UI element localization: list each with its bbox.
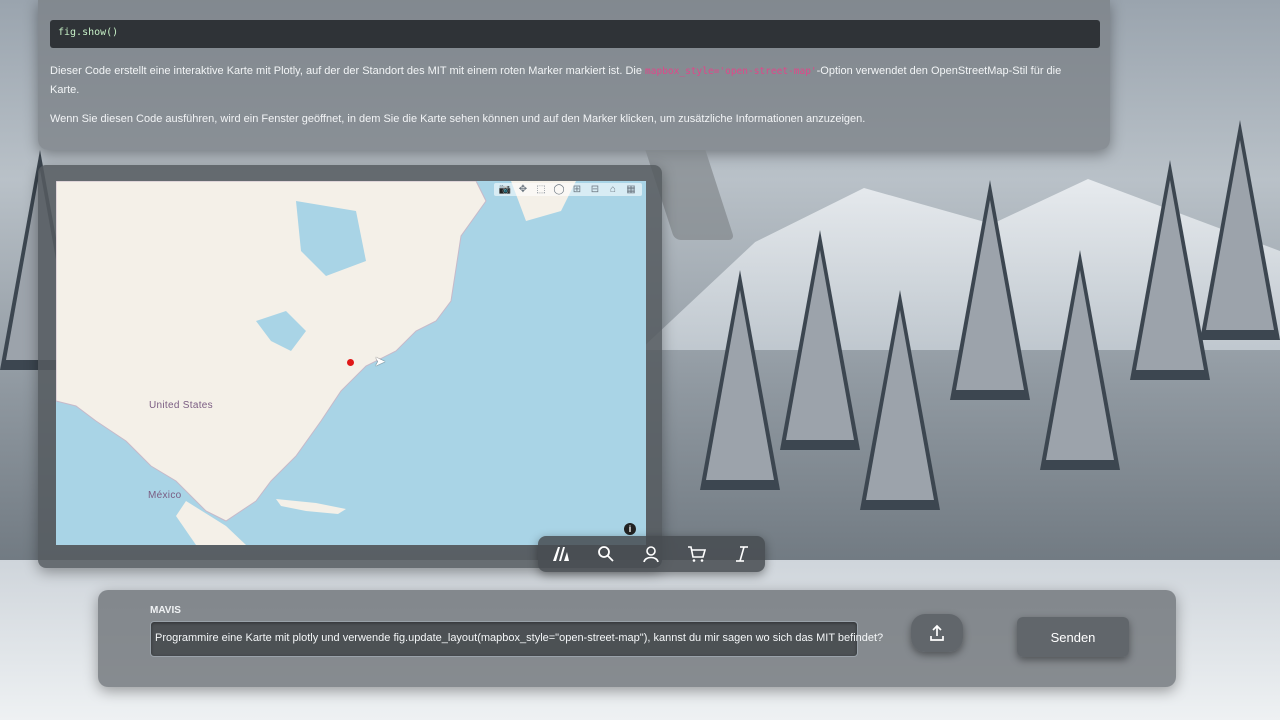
assistant-name-label: MAVIS: [150, 605, 181, 616]
mit-marker[interactable]: [347, 359, 354, 366]
map-modebar: 📷 ✥ ⬚ ◯ ⊞ ⊟ ⌂ ▦: [494, 183, 642, 196]
box-select-icon[interactable]: ⬚: [534, 184, 548, 195]
answer-paragraph-1: Dieser Code erstellt eine interaktive Ka…: [50, 62, 1085, 99]
camera-icon[interactable]: 📷: [498, 184, 512, 195]
tree: [950, 180, 1030, 400]
map-label-usa: United States: [149, 400, 213, 411]
zoom-in-icon[interactable]: ⊞: [570, 184, 584, 195]
tree: [860, 290, 940, 510]
logo-icon[interactable]: [546, 539, 576, 569]
tree: [1040, 250, 1120, 470]
prompt-text: Programmire eine Karte mit plotly und ve…: [155, 632, 884, 644]
answer-text: Dieser Code erstellt eine interaktive Ka…: [50, 65, 646, 77]
code-line: fig.show(): [58, 27, 119, 38]
north-america-land: [56, 181, 487, 522]
info-icon[interactable]: i: [624, 523, 636, 535]
tree: [1200, 120, 1280, 340]
mouse-cursor-icon: ➤: [374, 353, 386, 369]
answer-paragraph-2: Wenn Sie diesen Code ausführen, wird ein…: [50, 113, 866, 125]
input-panel: MAVIS Programmire eine Karte mit plotly …: [98, 590, 1176, 687]
upload-button[interactable]: [911, 614, 963, 652]
tree: [780, 230, 860, 450]
zoom-out-icon[interactable]: ⊟: [588, 184, 602, 195]
tree: [1130, 160, 1210, 380]
tree: [700, 270, 780, 490]
upload-icon: [930, 624, 944, 641]
user-icon[interactable]: [636, 539, 666, 569]
caribbean-islands: [276, 499, 346, 514]
lasso-icon[interactable]: ◯: [552, 184, 566, 195]
chat-panel: fig.show() Dieser Code erstellt eine int…: [38, 0, 1110, 150]
home-icon[interactable]: ⌂: [606, 184, 620, 195]
inline-code: mapbox_style='open-street-map': [645, 66, 817, 77]
plotly-map[interactable]: 📷 ✥ ⬚ ◯ ⊞ ⊟ ⌂ ▦ United States México i ➤: [56, 181, 646, 545]
code-block: fig.show(): [50, 20, 1100, 48]
search-icon[interactable]: [591, 539, 621, 569]
plotly-logo-icon[interactable]: ▦: [624, 184, 638, 195]
floating-toolbar: [538, 536, 765, 572]
cart-icon[interactable]: [682, 539, 712, 569]
italic-icon[interactable]: [727, 539, 757, 569]
send-button[interactable]: Senden: [1017, 617, 1129, 657]
pan-icon[interactable]: ✥: [516, 184, 530, 195]
map-label-mexico: México: [148, 490, 182, 501]
prompt-input[interactable]: Programmire eine Karte mit plotly und ve…: [150, 621, 883, 657]
